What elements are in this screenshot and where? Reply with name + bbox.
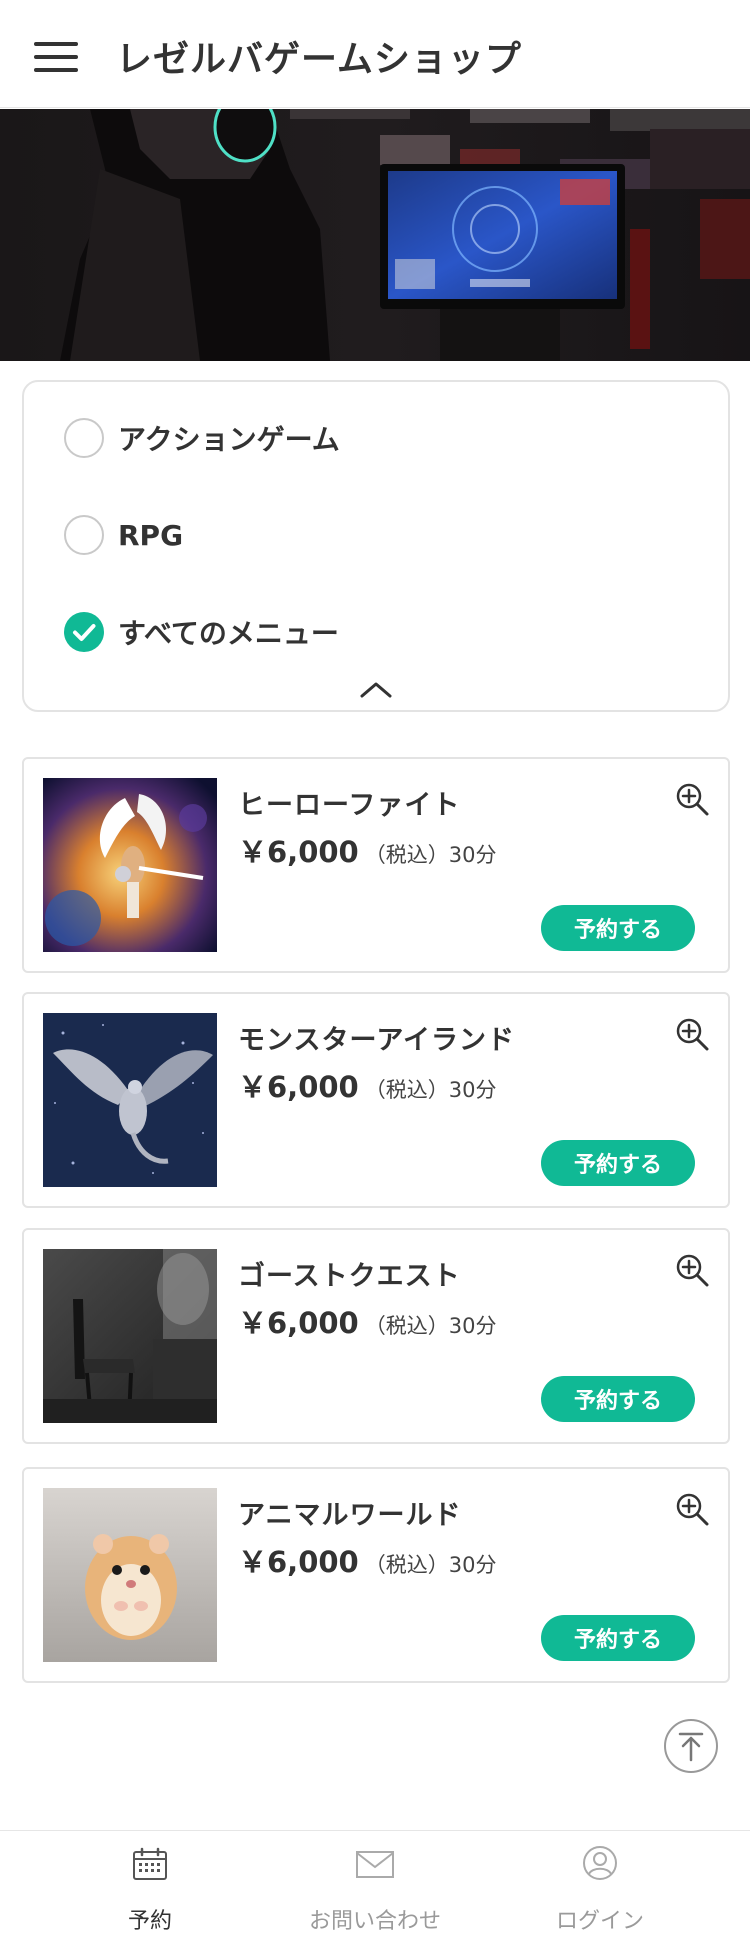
hamburger-menu-icon[interactable] [34,40,80,74]
duration: 30分 [448,1553,497,1577]
radio-button[interactable] [64,418,104,458]
nav-label: ログイン [555,1909,644,1934]
product-image-animal-world [43,1488,217,1662]
tax-note: （税込） [364,1078,449,1102]
tax-note: （税込） [364,1314,449,1338]
category-label: すべてのメニュー [118,617,339,650]
scroll-to-top-icon[interactable] [663,1718,719,1774]
bottom-navigation: 予約 お問い合わせ ログイン [0,1830,750,1940]
product-image-hero-fight [43,778,217,952]
reserve-button[interactable]: 予約する [541,1615,695,1661]
nav-item-login[interactable]: ログイン [475,1831,725,1940]
app-header: レゼルバゲームショップ [0,0,750,108]
product-name: モンスターアイランド [238,1025,516,1056]
nav-label: 予約 [127,1909,172,1934]
price-row: ￥6,000 （税込） 30分 [238,1539,496,1581]
tax-note: （税込） [364,1553,449,1577]
price: ￥6,000 [238,1306,359,1340]
radio-button-checked[interactable] [64,612,104,652]
zoom-in-icon[interactable] [674,1252,710,1288]
reserve-button[interactable]: 予約する [541,1140,695,1186]
product-image-ghost-quest [43,1249,217,1423]
category-label: RPG [118,518,184,552]
zoom-in-icon[interactable] [674,1491,710,1527]
product-name: ゴーストクエスト [238,1261,461,1292]
mail-icon [356,1851,394,1878]
category-filter-panel: アクションゲーム RPG すべてのメニュー [22,380,730,712]
page-title: レゼルバゲームショップ [116,39,522,80]
price: ￥6,000 [238,835,359,869]
reserve-button[interactable]: 予約する [541,905,695,951]
zoom-in-icon[interactable] [674,1016,710,1052]
product-name: ヒーローファイト [238,790,461,821]
product-card: ヒーローファイト ￥6,000 （税込） 30分 予約する [22,757,730,973]
price-row: ￥6,000 （税込） 30分 [238,829,496,871]
price: ￥6,000 [238,1545,359,1579]
price-row: ￥6,000 （税込） 30分 [238,1064,496,1106]
nav-label: お問い合わせ [308,1909,441,1934]
duration: 30分 [448,1078,497,1102]
price-row: ￥6,000 （税込） 30分 [238,1300,496,1342]
duration: 30分 [448,843,497,867]
product-card: アニマルワールド ￥6,000 （税込） 30分 予約する [22,1467,730,1683]
hero-banner-image [0,109,750,361]
chevron-up-icon[interactable] [356,678,396,702]
nav-item-contact[interactable]: お問い合わせ [250,1831,500,1940]
user-icon [583,1846,617,1880]
category-option-all[interactable]: すべてのメニュー [64,610,339,654]
calendar-icon [133,1847,167,1880]
category-option-action[interactable]: アクションゲーム [64,416,340,460]
duration: 30分 [448,1314,497,1338]
nav-item-reservation[interactable]: 予約 [25,1831,275,1940]
product-image-monster-island [43,1013,217,1187]
reserve-button[interactable]: 予約する [541,1376,695,1422]
zoom-in-icon[interactable] [674,781,710,817]
price: ￥6,000 [238,1070,359,1104]
category-option-rpg[interactable]: RPG [64,513,183,557]
category-label: アクションゲーム [118,423,340,456]
product-card: ゴーストクエスト ￥6,000 （税込） 30分 予約する [22,1228,730,1444]
product-card: モンスターアイランド ￥6,000 （税込） 30分 予約する [22,992,730,1208]
product-name: アニマルワールド [238,1500,462,1531]
tax-note: （税込） [364,843,449,867]
check-icon [73,624,96,641]
radio-button[interactable] [64,515,104,555]
